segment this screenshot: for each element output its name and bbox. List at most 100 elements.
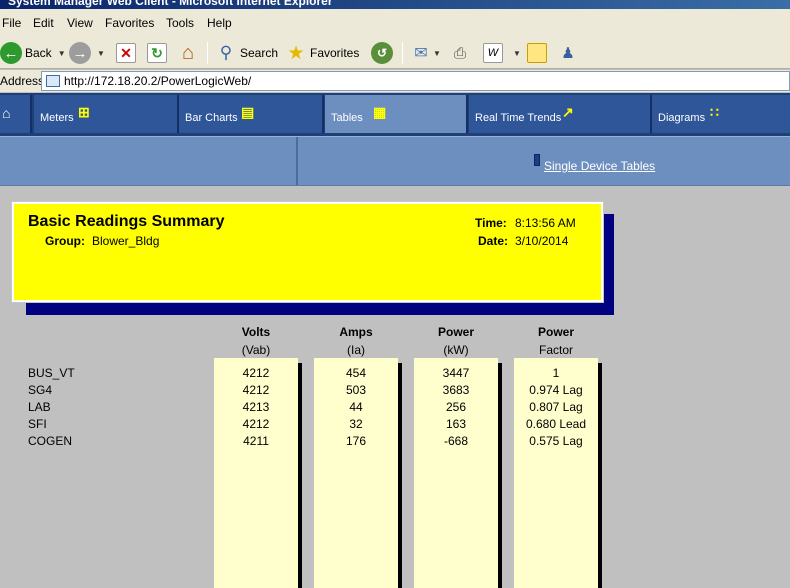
column-shadow [298, 363, 302, 588]
column-subheader: (kW) [443, 343, 469, 357]
menu-edit[interactable]: Edit [33, 16, 54, 30]
time-value: 8:13:56 AM [515, 216, 576, 230]
menu-help[interactable]: Help [207, 16, 232, 30]
table-cell: 3683 [442, 383, 470, 397]
table-cell: 256 [445, 400, 467, 414]
column-subheader: (Ia) [347, 343, 365, 357]
edit-button[interactable]: W ▼ [483, 41, 521, 65]
column-header: Amps [339, 325, 373, 339]
home-icon: ⌂ [2, 105, 11, 121]
table-cell: 4212 [242, 417, 270, 431]
table-cell: 0.575 Lag [529, 434, 583, 448]
meters-icon: ⊞ [78, 104, 90, 120]
home-button[interactable]: ⌂ [178, 41, 198, 65]
print-icon: ⎙ [453, 44, 466, 62]
table-cell: 0.807 Lag [529, 400, 583, 414]
group-value: Blower_Bldg [92, 234, 160, 248]
chevron-down-icon[interactable]: ▼ [513, 49, 521, 58]
address-input[interactable]: http://172.18.20.2/PowerLogicWeb/ [41, 71, 790, 91]
column-shadow [498, 363, 502, 588]
toolbar-separator [207, 42, 208, 64]
table-cell: 4212 [242, 383, 270, 397]
single-device-tables-link[interactable]: Single Device Tables [544, 159, 655, 173]
address-bar: Address http://172.18.20.2/PowerLogicWeb… [0, 70, 790, 92]
column-shadow [398, 363, 402, 588]
back-arrow-icon: ← [0, 42, 22, 64]
search-button[interactable]: ⚲ Search [216, 41, 278, 65]
messenger-button[interactable]: ♟ [558, 41, 578, 65]
date-value: 3/10/2014 [515, 234, 569, 248]
favorites-button[interactable]: ★ Favorites [286, 41, 359, 65]
menu-view[interactable]: View [67, 16, 93, 30]
tab-meters[interactable]: Meters ⊞ [34, 95, 179, 133]
address-label: Address [0, 74, 45, 88]
back-label: Back [25, 46, 52, 60]
column-subheader: Factor [538, 343, 573, 357]
table-cell: 0.680 Lead [525, 417, 587, 431]
print-button[interactable]: ⎙ [450, 41, 470, 65]
tab-bar-charts[interactable]: Bar Charts ▤ [179, 95, 324, 133]
diagram-icon: ∷ [710, 104, 719, 120]
table-cell: 503 [345, 383, 367, 397]
main-nav: ⌂ Meters ⊞ Bar Charts ▤ Tables ▦ Real Ti… [0, 93, 790, 136]
search-label: Search [240, 46, 279, 60]
date-label: Date: [478, 234, 509, 248]
tab-tables[interactable]: Tables ▦ [325, 95, 468, 133]
note-icon [527, 43, 547, 63]
table-cell: 176 [345, 434, 367, 448]
column-subheader: (Vab) [241, 343, 271, 357]
row-label: LAB [28, 400, 51, 414]
history-icon: ↺ [371, 42, 393, 64]
home-tab[interactable]: ⌂ [0, 95, 32, 133]
table-cell: 163 [445, 417, 467, 431]
tab-tables-label: Tables [331, 112, 363, 124]
menu-tools[interactable]: Tools [166, 16, 194, 30]
refresh-button[interactable]: ↻ [147, 41, 167, 65]
table-cell: 1 [552, 366, 560, 380]
chevron-down-icon[interactable]: ▼ [97, 49, 105, 58]
chevron-down-icon[interactable]: ▼ [58, 49, 66, 58]
menu-file[interactable]: File [2, 16, 21, 30]
column-shadow [598, 363, 602, 588]
favorites-label: Favorites [310, 46, 360, 60]
table-cell: 0.974 Lag [529, 383, 583, 397]
bar-chart-icon: ▤ [241, 104, 255, 120]
word-icon: W [483, 43, 503, 63]
report-header-panel: Basic Readings Summary Group: Blower_Bld… [11, 201, 604, 303]
star-icon: ★ [287, 42, 305, 64]
row-label: SG4 [28, 383, 53, 397]
tables-icon: ▦ [373, 104, 387, 120]
forward-button[interactable]: → ▼ [69, 41, 105, 65]
menu-favorites[interactable]: Favorites [105, 16, 154, 30]
group-label: Group: [45, 234, 85, 248]
tab-diagrams[interactable]: Diagrams ∷ [652, 95, 790, 133]
chevron-down-icon[interactable]: ▼ [433, 49, 441, 58]
mail-button[interactable]: ✉ ▼ [411, 41, 441, 65]
row-label: BUS_VT [28, 366, 75, 380]
column-header: Power [537, 325, 574, 339]
stop-button[interactable]: ✕ [116, 41, 136, 65]
table-cell: 3447 [442, 366, 470, 380]
discuss-button[interactable] [527, 41, 547, 65]
table-cell: -668 [443, 434, 469, 448]
menu-bar: File Edit View Favorites Tools Help [0, 9, 790, 37]
table-cell: 4211 [243, 434, 269, 448]
back-button[interactable]: ← Back ▼ [0, 41, 66, 65]
address-url[interactable]: http://172.18.20.2/PowerLogicWeb/ [64, 74, 251, 88]
report-title: Basic Readings Summary [28, 213, 225, 230]
tab-meters-label: Meters [40, 112, 74, 124]
row-label: COGEN [28, 434, 73, 448]
trend-icon: ↗ [562, 104, 574, 120]
toolbar: ← Back ▼ → ▼ ✕ ↻ ⌂ ⚲ Search ★ Favorites … [0, 37, 790, 69]
tab-bar-charts-label: Bar Charts [185, 112, 238, 124]
forward-arrow-icon: → [69, 42, 91, 64]
messenger-icon: ♟ [561, 45, 575, 62]
home-icon: ⌂ [181, 41, 195, 64]
tab-real-time-trends[interactable]: Real Time Trends ↗ [469, 95, 652, 133]
table-cell: 4213 [242, 400, 270, 414]
table-cell: 454 [345, 366, 367, 380]
time-label: Time: [475, 216, 507, 230]
window-title-bar: System Manager Web Client - Microsoft In… [0, 0, 790, 9]
history-button[interactable]: ↺ [371, 41, 393, 65]
toolbar-separator [402, 42, 403, 64]
